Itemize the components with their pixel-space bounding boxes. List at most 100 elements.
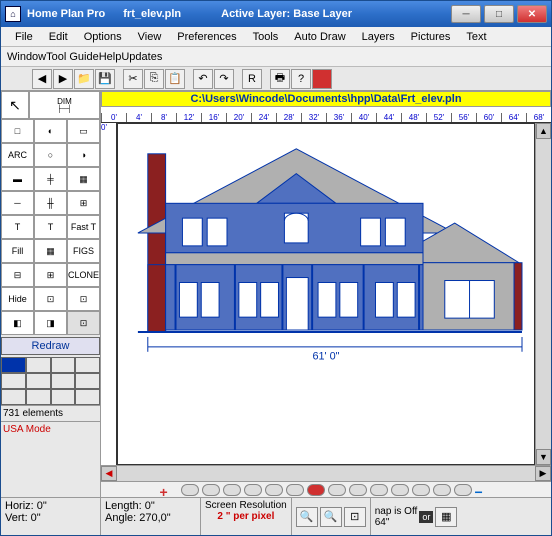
color-swatch[interactable]: [51, 389, 76, 405]
dim-tool[interactable]: DIM ├─┤: [29, 91, 100, 119]
nav-left-icon[interactable]: ◀: [32, 69, 52, 89]
tool-rect[interactable]: □: [1, 119, 34, 143]
print-icon[interactable]: 🖶: [270, 69, 290, 89]
nav-right-icon[interactable]: ▶: [53, 69, 73, 89]
menu-preferences[interactable]: Preferences: [169, 29, 244, 45]
menu-tools[interactable]: Tools: [245, 29, 287, 45]
minimize-button[interactable]: ─: [451, 5, 481, 23]
color-swatch[interactable]: [75, 373, 100, 389]
layer-dot[interactable]: [391, 484, 409, 496]
tool-circle[interactable]: ○: [34, 143, 67, 167]
scroll-right-icon[interactable]: ▶: [535, 466, 551, 481]
tool-arc[interactable]: ARC: [1, 143, 34, 167]
tool-text2[interactable]: T: [34, 215, 67, 239]
menu-pictures[interactable]: Pictures: [403, 29, 459, 45]
tool-12[interactable]: ⊞: [67, 191, 100, 215]
menu-help[interactable]: Help: [99, 51, 122, 63]
zoom-out-icon[interactable]: 🔍: [320, 507, 342, 527]
tool-27[interactable]: ⊡: [67, 311, 100, 335]
tool-line[interactable]: ─: [1, 191, 34, 215]
tool-19[interactable]: ⊟: [1, 263, 34, 287]
remove-layer-icon[interactable]: −: [475, 484, 493, 496]
menu-layers[interactable]: Layers: [354, 29, 403, 45]
color-swatch[interactable]: [26, 357, 51, 373]
zoom-in-icon[interactable]: 🔍: [296, 507, 318, 527]
maximize-button[interactable]: □: [484, 5, 514, 23]
scroll-down-icon[interactable]: ▼: [536, 449, 551, 465]
tool-8[interactable]: ╪: [34, 167, 67, 191]
open-icon[interactable]: 📁: [74, 69, 94, 89]
tool-25[interactable]: ◧: [1, 311, 34, 335]
layer-dot[interactable]: [181, 484, 199, 496]
layer-dot[interactable]: [433, 484, 451, 496]
undo-icon[interactable]: ↶: [193, 69, 213, 89]
color-swatch[interactable]: [75, 389, 100, 405]
copy-icon[interactable]: ⎘: [144, 69, 164, 89]
menu-toolguide[interactable]: Tool Guide: [46, 51, 99, 63]
tool-6[interactable]: ◑: [67, 143, 100, 167]
menu-edit[interactable]: Edit: [41, 29, 76, 45]
redo-icon[interactable]: ↷: [214, 69, 234, 89]
tool-figs[interactable]: FIGS: [67, 239, 100, 263]
tool-hatch[interactable]: ▦: [34, 239, 67, 263]
save-icon[interactable]: 💾: [95, 69, 115, 89]
tool-wall[interactable]: ▬: [1, 167, 34, 191]
layer-dot[interactable]: [223, 484, 241, 496]
tool-9[interactable]: ▦: [67, 167, 100, 191]
color-swatch[interactable]: [51, 373, 76, 389]
menu-updates[interactable]: Updates: [121, 51, 162, 63]
layer-dot[interactable]: [202, 484, 220, 496]
menu-view[interactable]: View: [130, 29, 170, 45]
stop-icon[interactable]: [312, 69, 332, 89]
menu-file[interactable]: File: [7, 29, 41, 45]
menu-window[interactable]: Window: [7, 51, 46, 63]
tool-3[interactable]: ▭: [67, 119, 100, 143]
drawing-area[interactable]: 61' 0": [117, 123, 535, 465]
pointer-tool[interactable]: ↖: [1, 91, 29, 119]
color-swatch[interactable]: [1, 357, 26, 373]
layer-dot[interactable]: [244, 484, 262, 496]
tool-clone[interactable]: CLONE: [67, 263, 100, 287]
snap-or-badge[interactable]: or: [419, 511, 433, 523]
color-swatch[interactable]: [51, 357, 76, 373]
layer-dot[interactable]: [412, 484, 430, 496]
redraw-button[interactable]: Redraw: [1, 337, 100, 355]
tool-11[interactable]: ╫: [34, 191, 67, 215]
tool-fill[interactable]: Fill: [1, 239, 34, 263]
tool-text[interactable]: T: [1, 215, 34, 239]
layer-dot[interactable]: [349, 484, 367, 496]
menu-autodraw[interactable]: Auto Draw: [286, 29, 353, 45]
tool-26[interactable]: ◨: [34, 311, 67, 335]
color-swatch[interactable]: [26, 389, 51, 405]
add-layer-icon[interactable]: +: [160, 484, 178, 496]
layer-dot[interactable]: [454, 484, 472, 496]
menu-options[interactable]: Options: [76, 29, 130, 45]
close-button[interactable]: ✕: [517, 5, 547, 23]
tool-24[interactable]: ⊡: [67, 287, 100, 311]
vertical-scrollbar[interactable]: ▲ ▼: [535, 123, 551, 465]
color-swatch[interactable]: [1, 373, 26, 389]
tool-20[interactable]: ⊞: [34, 263, 67, 287]
layer-dot-active[interactable]: [307, 484, 325, 496]
help-icon[interactable]: ?: [291, 69, 311, 89]
paste-icon[interactable]: 📋: [165, 69, 185, 89]
tool-2[interactable]: ◐: [34, 119, 67, 143]
tool-fasttext[interactable]: Fast T: [67, 215, 100, 239]
r-tool-icon[interactable]: R: [242, 69, 262, 89]
layer-dot[interactable]: [370, 484, 388, 496]
layer-dot[interactable]: [286, 484, 304, 496]
snap-toggle-icon[interactable]: ▦: [435, 507, 457, 527]
color-swatch[interactable]: [26, 373, 51, 389]
scroll-left-icon[interactable]: ◀: [101, 466, 117, 481]
zoom-fit-icon[interactable]: ⊡: [344, 507, 366, 527]
color-swatch[interactable]: [1, 389, 26, 405]
menu-text[interactable]: Text: [458, 29, 494, 45]
color-swatch[interactable]: [75, 357, 100, 373]
horizontal-scrollbar[interactable]: ◀ ▶: [101, 465, 551, 481]
scroll-up-icon[interactable]: ▲: [536, 123, 551, 139]
tool-hide[interactable]: Hide: [1, 287, 34, 311]
layer-dot[interactable]: [328, 484, 346, 496]
cut-icon[interactable]: ✂: [123, 69, 143, 89]
layer-dot[interactable]: [265, 484, 283, 496]
tool-23[interactable]: ⊡: [34, 287, 67, 311]
